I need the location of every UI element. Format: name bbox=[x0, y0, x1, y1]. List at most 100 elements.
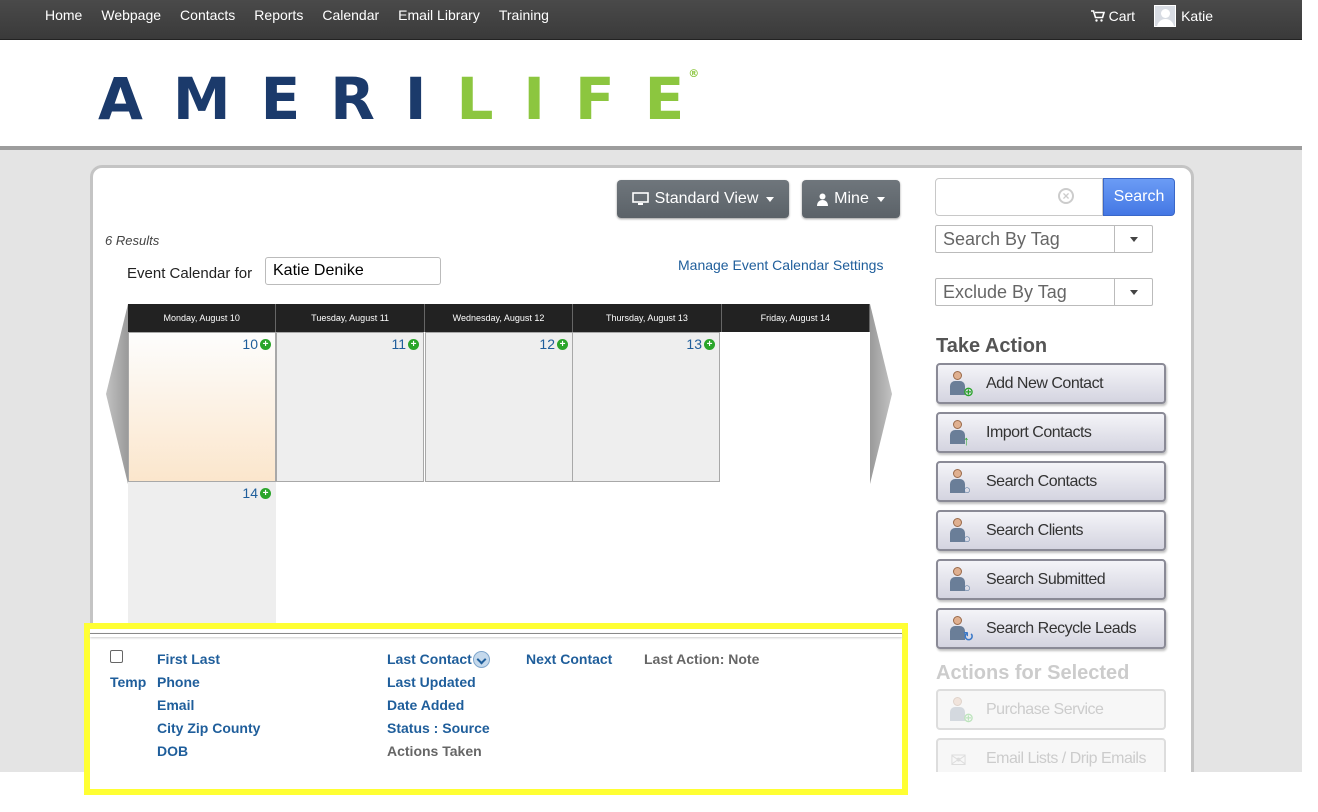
event-calendar-label: Event Calendar for bbox=[127, 265, 253, 282]
calendar-day-number: 13 + bbox=[686, 336, 715, 352]
calendar-day-cell[interactable]: 11 + bbox=[276, 332, 424, 482]
nav-reports[interactable]: Reports bbox=[254, 7, 303, 23]
calendar-next-arrow[interactable] bbox=[870, 304, 892, 484]
avatar bbox=[1154, 5, 1177, 27]
manage-calendar-settings-link[interactable]: Manage Event Calendar Settings bbox=[678, 257, 883, 273]
sort-desc-icon[interactable] bbox=[472, 650, 490, 668]
nav-webpage[interactable]: Webpage bbox=[101, 7, 161, 23]
col-last-contact[interactable]: Last Contact bbox=[387, 650, 490, 669]
chevron-down-icon[interactable] bbox=[1114, 279, 1153, 305]
col-first-last[interactable]: First Last bbox=[157, 651, 220, 667]
add-event-icon[interactable]: + bbox=[557, 338, 568, 350]
action-label: Search Submitted bbox=[986, 570, 1106, 588]
calendar-day-number: 14 + bbox=[242, 485, 271, 501]
calendar-day-cell[interactable]: 14 + bbox=[128, 482, 276, 642]
standard-view-label: Standard View bbox=[654, 190, 759, 207]
calendar-header-day: Thursday, August 13 bbox=[573, 304, 722, 332]
day-label: 11 bbox=[391, 336, 406, 352]
user-name: Katie bbox=[1181, 8, 1213, 24]
mine-dropdown[interactable]: Mine bbox=[802, 180, 900, 218]
recycle-leads-icon: ↻ bbox=[948, 614, 978, 644]
add-event-icon[interactable]: + bbox=[260, 338, 271, 350]
action-label: Search Clients bbox=[986, 521, 1084, 539]
amerilife-logo: AMERILIFE® bbox=[98, 67, 725, 128]
col-last-updated[interactable]: Last Updated bbox=[387, 674, 476, 690]
nav-links: Home Webpage Contacts Reports Calendar E… bbox=[45, 7, 549, 23]
search-clients-button[interactable]: ○ Search Clients bbox=[936, 510, 1166, 551]
calendar-header-day: Wednesday, August 12 bbox=[425, 304, 574, 332]
search-input[interactable] bbox=[935, 178, 1103, 216]
envelope-icon: ✉ bbox=[950, 749, 967, 772]
day-label: 13 bbox=[686, 336, 702, 352]
calendar-prev-arrow[interactable] bbox=[106, 304, 128, 484]
calendar-day-cell[interactable]: 12 + bbox=[425, 332, 573, 482]
nav-contacts[interactable]: Contacts bbox=[180, 7, 235, 23]
col-last-action-note: Last Action: Note bbox=[644, 651, 760, 667]
day-label: 10 bbox=[242, 336, 258, 352]
actions-for-selected-title: Actions for Selected bbox=[936, 662, 1130, 684]
calendar-header-day: Friday, August 14 bbox=[722, 304, 871, 332]
calendar-day-cell[interactable]: 13 + bbox=[572, 332, 720, 482]
cart-link[interactable]: Cart bbox=[1090, 8, 1136, 24]
col-date-added[interactable]: Date Added bbox=[387, 697, 464, 713]
nav-home[interactable]: Home bbox=[45, 7, 82, 23]
add-event-icon[interactable]: + bbox=[704, 338, 715, 350]
chevron-down-icon[interactable] bbox=[1114, 226, 1153, 252]
search-submitted-icon: ○ bbox=[948, 565, 978, 595]
col-next-contact[interactable]: Next Contact bbox=[526, 651, 612, 667]
cart-label: Cart bbox=[1108, 8, 1136, 24]
event-calendar-owner-input[interactable] bbox=[265, 257, 441, 285]
col-actions-taken: Actions Taken bbox=[387, 743, 482, 759]
import-contacts-icon: ↑ bbox=[948, 418, 978, 448]
purchase-service-button[interactable]: ⊕ Purchase Service bbox=[936, 689, 1166, 730]
search-recycle-leads-button[interactable]: ↻ Search Recycle Leads bbox=[936, 608, 1166, 649]
email-lists-button[interactable]: ✉ Email Lists / Drip Emails bbox=[936, 738, 1166, 772]
action-label: Import Contacts bbox=[986, 423, 1092, 441]
exclude-by-tag-label: Exclude By Tag bbox=[943, 282, 1067, 302]
calendar-day-number: 12 + bbox=[539, 336, 568, 352]
search-contacts-button[interactable]: ○ Search Contacts bbox=[936, 461, 1166, 502]
mine-label: Mine bbox=[834, 190, 869, 207]
select-all-checkbox[interactable] bbox=[110, 650, 123, 663]
results-count: 6 Results bbox=[105, 233, 160, 248]
user-menu[interactable]: Katie bbox=[1154, 5, 1213, 27]
day-label: 14 bbox=[242, 485, 258, 501]
col-last-contact-label: Last Contact bbox=[387, 651, 472, 667]
nav-training[interactable]: Training bbox=[499, 7, 549, 23]
search-clients-icon: ○ bbox=[948, 516, 978, 546]
col-phone[interactable]: Phone bbox=[157, 674, 200, 690]
day-label: 12 bbox=[539, 336, 555, 352]
import-contacts-button[interactable]: ↑ Import Contacts bbox=[936, 412, 1166, 453]
logo-reg: ® bbox=[688, 67, 700, 80]
results-column-headers: Temp First Last Phone Email City Zip Cou… bbox=[84, 623, 908, 795]
col-status-source[interactable]: Status : Source bbox=[387, 720, 490, 736]
search-contacts-icon: ○ bbox=[948, 467, 978, 497]
header: AMERILIFE® bbox=[0, 40, 1302, 150]
search-button[interactable]: Search bbox=[1103, 178, 1175, 216]
exclude-by-tag-select[interactable]: Exclude By Tag bbox=[935, 278, 1153, 306]
add-new-contact-button[interactable]: ⊕ Add New Contact bbox=[936, 363, 1166, 404]
action-label: Purchase Service bbox=[986, 700, 1104, 718]
calendar-header-day: Monday, August 10 bbox=[128, 304, 277, 332]
search-by-tag-select[interactable]: Search By Tag bbox=[935, 225, 1153, 253]
standard-view-dropdown[interactable]: Standard View bbox=[617, 180, 789, 218]
col-dob[interactable]: DOB bbox=[157, 743, 188, 759]
search-submitted-button[interactable]: ○ Search Submitted bbox=[936, 559, 1166, 600]
purchase-service-icon: ⊕ bbox=[948, 695, 978, 725]
col-temp[interactable]: Temp bbox=[110, 674, 146, 690]
nav-calendar[interactable]: Calendar bbox=[322, 7, 379, 23]
calendar-day-number: 10 + bbox=[242, 336, 271, 352]
nav-right: Cart Katie bbox=[1090, 5, 1213, 27]
logo-ameri: AMERI bbox=[98, 65, 457, 133]
clear-search-icon[interactable]: × bbox=[1058, 188, 1074, 204]
top-nav: Home Webpage Contacts Reports Calendar E… bbox=[0, 0, 1302, 40]
calendar-day-number: 11 + bbox=[391, 336, 419, 352]
col-email[interactable]: Email bbox=[157, 697, 194, 713]
add-event-icon[interactable]: + bbox=[408, 338, 419, 350]
action-label: Email Lists / Drip Emails bbox=[986, 749, 1146, 767]
calendar-day-cell[interactable]: 10 + bbox=[128, 332, 276, 482]
add-event-icon[interactable]: + bbox=[260, 487, 271, 499]
nav-email-library[interactable]: Email Library bbox=[398, 7, 480, 23]
col-city-zip-county[interactable]: City Zip County bbox=[157, 720, 260, 736]
action-label: Add New Contact bbox=[986, 374, 1104, 392]
